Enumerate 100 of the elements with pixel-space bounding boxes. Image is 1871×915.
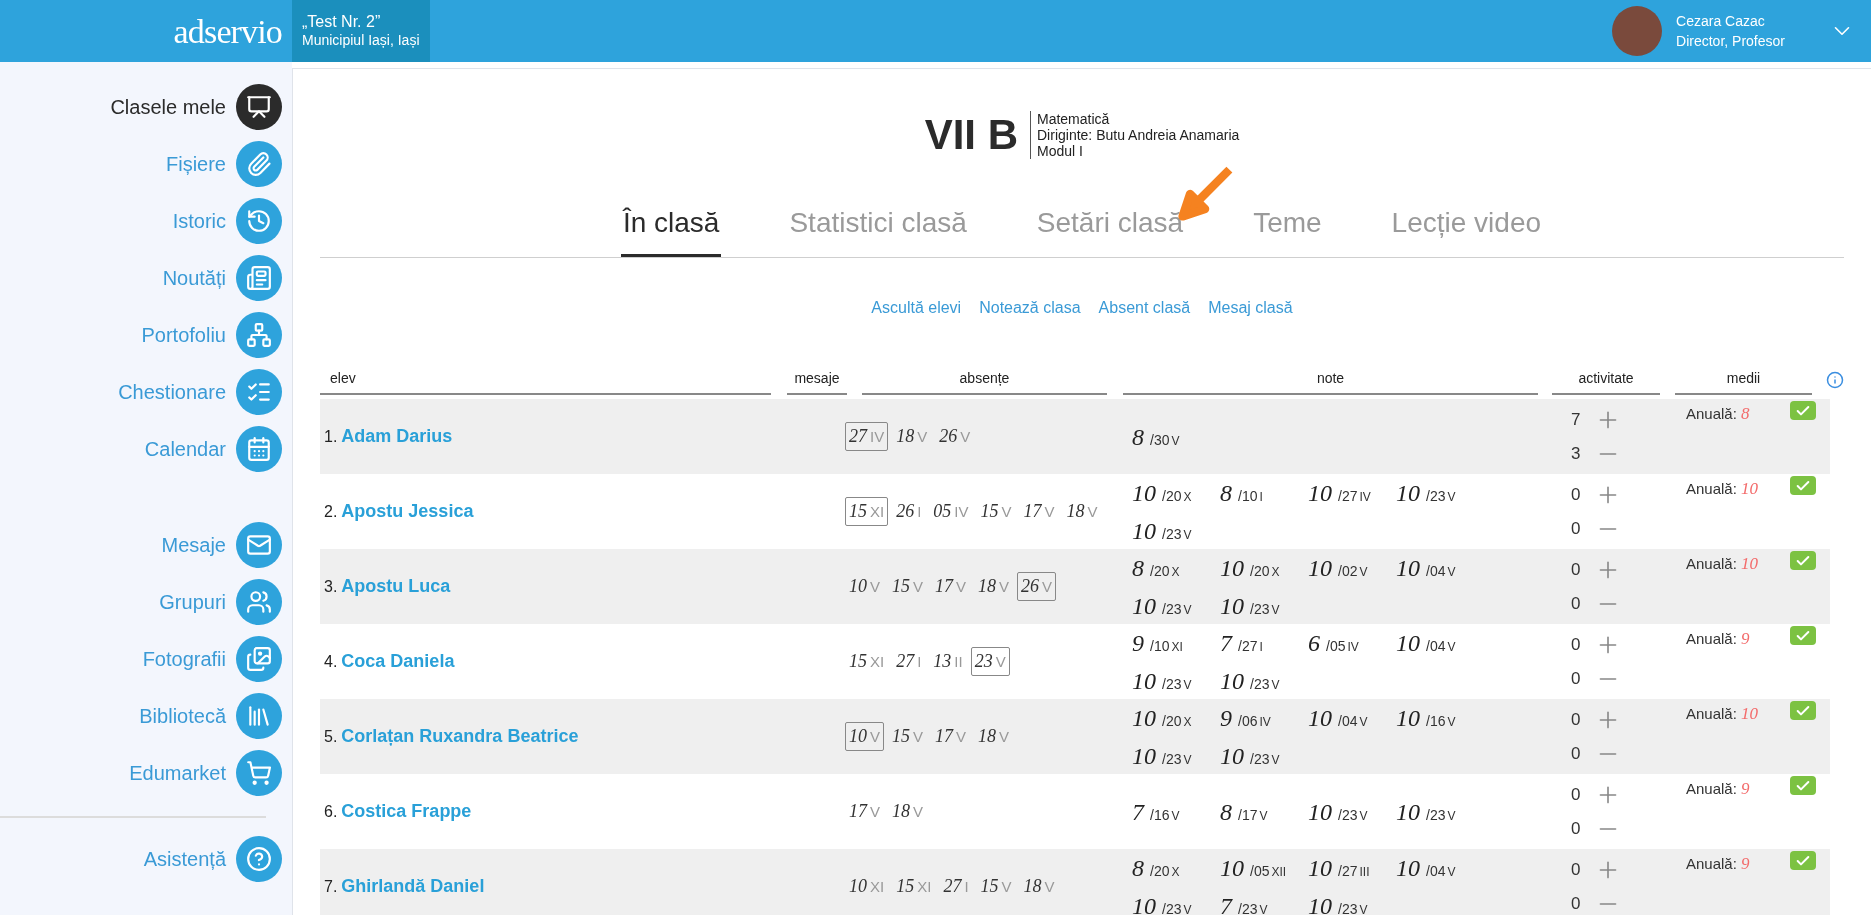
help-icon xyxy=(236,836,282,882)
grade: 10 /27 III xyxy=(1308,853,1371,883)
absence-date: 18 V xyxy=(1065,500,1099,523)
annual-average: Anuală: 10 xyxy=(1686,703,1759,725)
tab[interactable]: Setări clasă xyxy=(1034,202,1186,257)
check-badge[interactable] xyxy=(1790,551,1816,570)
row-number: 3. xyxy=(324,576,338,597)
tab[interactable]: În clasă xyxy=(620,202,722,257)
plus-count: 0 xyxy=(1571,708,1582,731)
cart-icon xyxy=(236,750,282,796)
sidebar-item[interactable]: Fotografii xyxy=(0,636,292,682)
grade: 10 /23V xyxy=(1132,741,1193,771)
sidebar-item[interactable]: Mesaje xyxy=(0,522,292,568)
check-badge[interactable] xyxy=(1790,626,1816,645)
class-title: VII B xyxy=(924,110,1019,160)
absence-date: 26 V xyxy=(938,425,972,448)
grade: 10 /27 IV xyxy=(1308,478,1372,508)
grade: 8 /20 X xyxy=(1132,553,1181,583)
grade: 10 /23V xyxy=(1308,891,1369,915)
annual-average: Anuală: 10 xyxy=(1686,478,1759,500)
sidebar-item[interactable]: Asistență xyxy=(0,836,282,882)
absence-date: 27 I xyxy=(942,875,970,898)
sidebar-item[interactable]: Grupuri xyxy=(0,579,292,625)
sidebar-item[interactable]: Clasele mele xyxy=(0,84,292,130)
absence-date: 27 IV xyxy=(845,422,889,451)
group-icon xyxy=(236,579,282,625)
grade: 7 /23V xyxy=(1220,891,1269,915)
grade: 10 /04V xyxy=(1396,553,1457,583)
sidebar-item[interactable]: Istoric xyxy=(0,198,292,244)
plus-count: 0 xyxy=(1571,633,1582,656)
row-number: 5. xyxy=(324,726,338,747)
student-link[interactable]: Apostu Jessica xyxy=(341,498,474,525)
logo[interactable]: adservio xyxy=(173,5,282,57)
sidebar-item[interactable]: Edumarket xyxy=(0,750,292,796)
class-detail: Modul I xyxy=(1037,142,1083,159)
column-header: mesaje xyxy=(787,368,847,395)
sidebar-item[interactable]: Calendar xyxy=(0,426,292,472)
absence-date: 17 V xyxy=(934,575,968,598)
action-link[interactable]: Ascultă elevi xyxy=(871,296,962,320)
tab[interactable]: Lecție video xyxy=(1389,202,1544,257)
absence-date: 15 V xyxy=(979,875,1013,898)
tab[interactable]: Teme xyxy=(1251,202,1324,257)
grade: 10 /23V xyxy=(1132,891,1193,915)
absence-date: 05 IV xyxy=(932,500,970,523)
minus-count: 0 xyxy=(1571,517,1582,540)
check-badge[interactable] xyxy=(1790,851,1816,870)
sidebar-item[interactable]: Chestionare xyxy=(0,369,292,415)
grade: 6 /05 IV xyxy=(1308,628,1360,658)
annual-average: Anuală: 9 xyxy=(1686,628,1750,650)
absence-date: 17 V xyxy=(848,800,881,823)
student-link[interactable]: Costica Frappe xyxy=(341,798,472,825)
tab[interactable]: Statistici clasă xyxy=(787,202,969,257)
minus-count: 0 xyxy=(1571,892,1582,915)
check-badge[interactable] xyxy=(1790,776,1816,795)
absence-date: 13 II xyxy=(932,650,964,673)
newspaper-icon xyxy=(236,255,282,301)
grade: 10 /04V xyxy=(1396,853,1457,883)
grade: 10 /20 X xyxy=(1220,553,1281,583)
absence-date: 18 V xyxy=(891,800,925,823)
avatar[interactable] xyxy=(1612,6,1663,56)
grade: 10 /23V xyxy=(1132,516,1193,546)
student-link[interactable]: Apostu Luca xyxy=(341,573,451,600)
grade: 10 /23V xyxy=(1220,741,1281,771)
minus-count: 0 xyxy=(1571,817,1582,840)
row-number: 7. xyxy=(324,876,338,897)
student-link[interactable]: Ghirlandă Daniel xyxy=(341,873,485,900)
row-number: 6. xyxy=(324,801,338,822)
absence-date: 15 XI xyxy=(895,875,933,898)
user-role: Director, Profesor xyxy=(1676,32,1785,51)
absence-date: 10 XI xyxy=(848,875,886,898)
minus-count: 0 xyxy=(1571,667,1582,690)
annual-average: Anuală: 9 xyxy=(1686,853,1750,875)
grade: 7 /27 I xyxy=(1220,628,1264,658)
check-badge[interactable] xyxy=(1790,476,1816,495)
action-link[interactable]: Notează clasa xyxy=(979,296,1081,320)
action-link[interactable]: Absent clasă xyxy=(1098,296,1191,320)
sidebar-item[interactable]: Noutăți xyxy=(0,255,292,301)
absence-date: 17 V xyxy=(934,725,968,748)
absence-date: 15 XI xyxy=(845,497,889,526)
action-link[interactable]: Mesaj clasă xyxy=(1208,296,1293,320)
plus-count: 7 xyxy=(1571,408,1582,431)
user-name: Cezara Cazac xyxy=(1676,12,1766,31)
check-badge[interactable] xyxy=(1790,401,1816,420)
absence-date: 10 V xyxy=(848,575,881,598)
grade: 10 /05 XII xyxy=(1220,853,1288,883)
student-link[interactable]: Adam Darius xyxy=(341,423,453,450)
info-icon[interactable] xyxy=(1826,371,1844,389)
plus-count: 0 xyxy=(1571,483,1582,506)
check-badge[interactable] xyxy=(1790,701,1816,720)
sidebar-item[interactable]: Fișiere xyxy=(0,141,292,187)
school-selector[interactable]: „Test Nr. 2” Municipiul Iași, Iași xyxy=(292,0,430,62)
sidebar-item[interactable]: Bibliotecă xyxy=(0,693,292,739)
sidebar-item[interactable]: Portofoliu xyxy=(0,312,292,358)
history-icon xyxy=(236,198,282,244)
student-link[interactable]: Corlațan Ruxandra Beatrice xyxy=(341,723,579,750)
row-number: 4. xyxy=(324,651,338,672)
student-link[interactable]: Coca Daniela xyxy=(341,648,455,675)
annual-average: Anuală: 8 xyxy=(1686,403,1750,425)
absence-date: 17 V xyxy=(1022,500,1056,523)
class-detail: Diriginte: Butu Andreia Anamaria xyxy=(1037,126,1240,143)
